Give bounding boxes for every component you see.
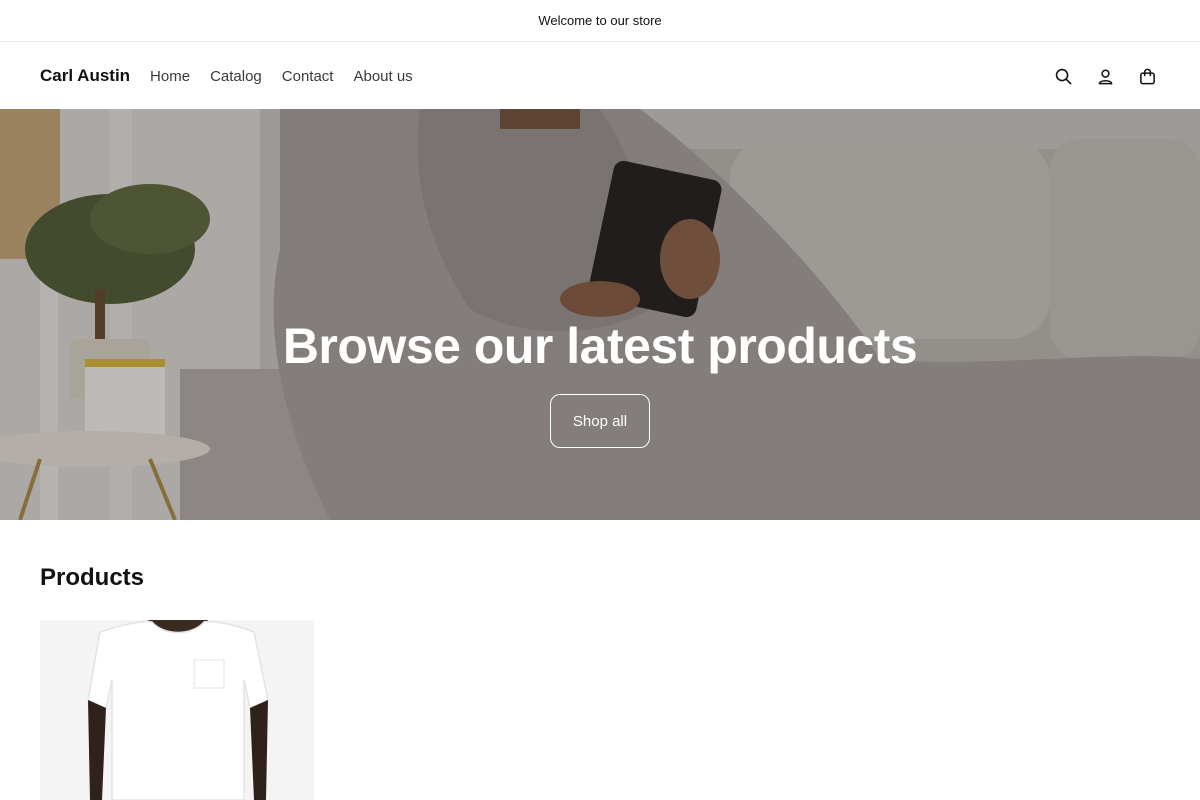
announcement-bar: Welcome to our store	[0, 0, 1200, 42]
cart-icon	[1139, 68, 1155, 84]
site-header: Carl Austin Home Catalog Contact About u…	[0, 43, 1200, 109]
nav-item-home[interactable]: Home	[150, 68, 200, 85]
header-icons	[1052, 65, 1158, 87]
hero-banner: Browse our latest products Shop all	[0, 109, 1200, 520]
nav-item-catalog[interactable]: Catalog	[200, 68, 272, 85]
hero-overlay	[0, 109, 1200, 520]
main-nav: Home Catalog Contact About us	[150, 68, 423, 85]
hero-title: Browse our latest products	[282, 318, 918, 374]
shop-all-button[interactable]: Shop all	[550, 394, 650, 448]
search-button[interactable]	[1052, 65, 1074, 87]
announcement-text: Welcome to our store	[538, 13, 662, 28]
products-heading: Products	[40, 564, 145, 591]
store-logo[interactable]: Carl Austin	[40, 66, 130, 86]
cart-button[interactable]	[1136, 65, 1158, 87]
nav-item-contact[interactable]: Contact	[272, 68, 344, 85]
search-icon	[1055, 68, 1071, 84]
product-card[interactable]	[40, 620, 314, 800]
account-icon	[1098, 68, 1112, 84]
product-image	[40, 620, 314, 800]
nav-item-about-us[interactable]: About us	[343, 68, 422, 85]
account-button[interactable]	[1094, 65, 1116, 87]
